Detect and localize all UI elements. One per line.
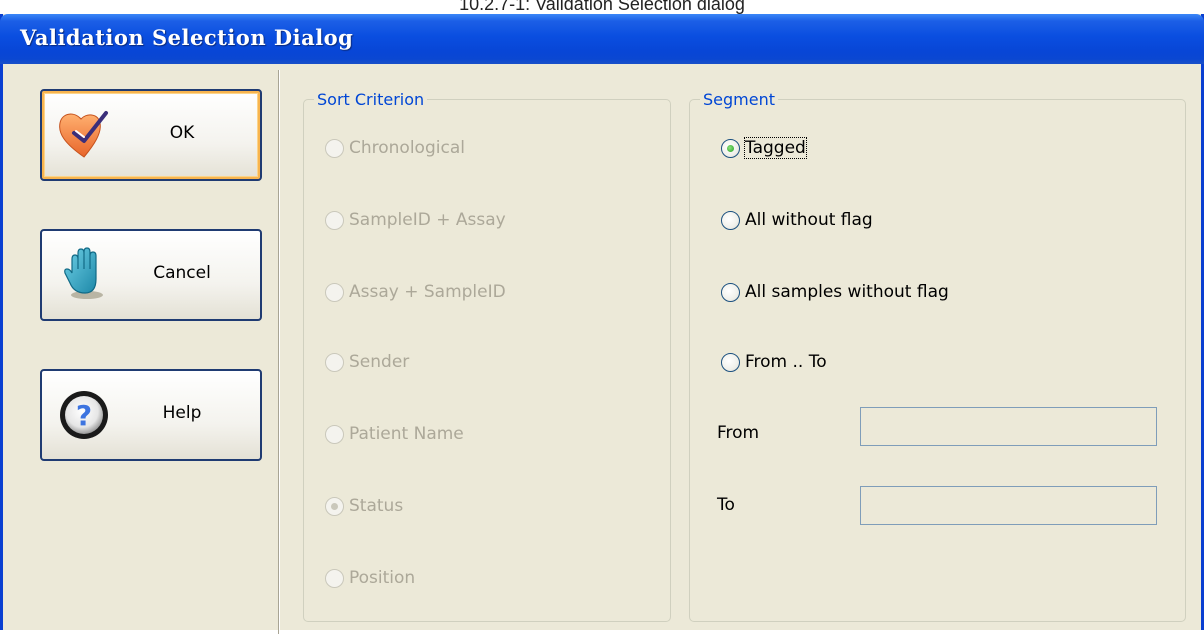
radio-all-without-flag[interactable]: All without flag <box>721 208 873 232</box>
radio-label-from-to: From .. To <box>745 352 827 372</box>
radio-label-position: Position <box>349 568 416 588</box>
radio-label-patient-name: Patient Name <box>349 424 464 444</box>
ok-button[interactable]: OK <box>40 89 262 181</box>
dialog-title: Validation Selection Dialog <box>20 25 354 50</box>
radio-label-status: Status <box>349 496 404 516</box>
radio-button[interactable] <box>325 282 344 302</box>
ok-button-label: OK <box>169 123 195 143</box>
cancel-button[interactable]: Cancel <box>40 229 262 321</box>
from-input[interactable] <box>860 407 1157 446</box>
radio-patient-name[interactable]: Patient Name <box>325 422 464 446</box>
radio-button[interactable] <box>721 282 740 302</box>
from-label: From <box>717 423 760 443</box>
help-button-label: Help <box>162 403 202 423</box>
radio-label-tagged: Tagged <box>744 137 807 159</box>
question-mark-icon: ? <box>54 387 114 443</box>
segment-legend: Segment <box>703 90 775 109</box>
svg-text:?: ? <box>76 399 92 432</box>
radio-sampleid-assay[interactable]: SampleID + Assay <box>325 208 506 232</box>
radio-tagged[interactable]: Tagged <box>721 136 807 160</box>
radio-button[interactable] <box>721 210 740 230</box>
radio-status[interactable]: Status <box>325 494 403 518</box>
radio-label-assay-sampleid: Assay + SampleID <box>349 282 506 302</box>
radio-button[interactable] <box>325 210 344 230</box>
radio-label-all-without-flag: All without flag <box>745 210 873 230</box>
radio-label-all-samples-without-flag: All samples without flag <box>745 282 949 302</box>
radio-label-sampleid-assay: SampleID + Assay <box>349 210 506 230</box>
hand-icon <box>54 247 114 303</box>
sort-criterion-legend: Sort Criterion <box>317 90 425 109</box>
radio-sender[interactable]: Sender <box>325 350 409 374</box>
radio-button[interactable] <box>325 138 344 158</box>
document-caption: 10.2.7-1: Validation Selection dialog <box>459 0 745 14</box>
to-input[interactable] <box>860 486 1157 525</box>
button-panel: OK Cancel ? Help <box>3 64 278 630</box>
radio-button[interactable] <box>325 424 344 444</box>
radio-button[interactable] <box>325 352 344 372</box>
validation-selection-dialog: Validation Selection Dialog OK Cancel ? … <box>0 14 1204 634</box>
radio-label-chronological: Chronological <box>349 138 465 158</box>
to-label: To <box>717 495 735 515</box>
panel-divider <box>278 70 280 634</box>
radio-button[interactable] <box>721 352 740 372</box>
radio-button-checked[interactable] <box>721 138 740 158</box>
checkmark-heart-icon <box>54 107 114 163</box>
radio-all-samples-without-flag[interactable]: All samples without flag <box>721 280 949 304</box>
radio-position[interactable]: Position <box>325 566 415 590</box>
help-button[interactable]: ? Help <box>40 369 262 461</box>
radio-button[interactable] <box>325 568 344 588</box>
radio-chronological[interactable]: Chronological <box>325 136 465 160</box>
radio-from-to[interactable]: From .. To <box>721 350 827 374</box>
radio-button-checked[interactable] <box>325 496 344 516</box>
radio-label-sender: Sender <box>349 352 410 372</box>
title-bar[interactable]: Validation Selection Dialog <box>0 14 1204 64</box>
cancel-button-label: Cancel <box>153 263 211 283</box>
radio-assay-sampleid[interactable]: Assay + SampleID <box>325 280 506 304</box>
